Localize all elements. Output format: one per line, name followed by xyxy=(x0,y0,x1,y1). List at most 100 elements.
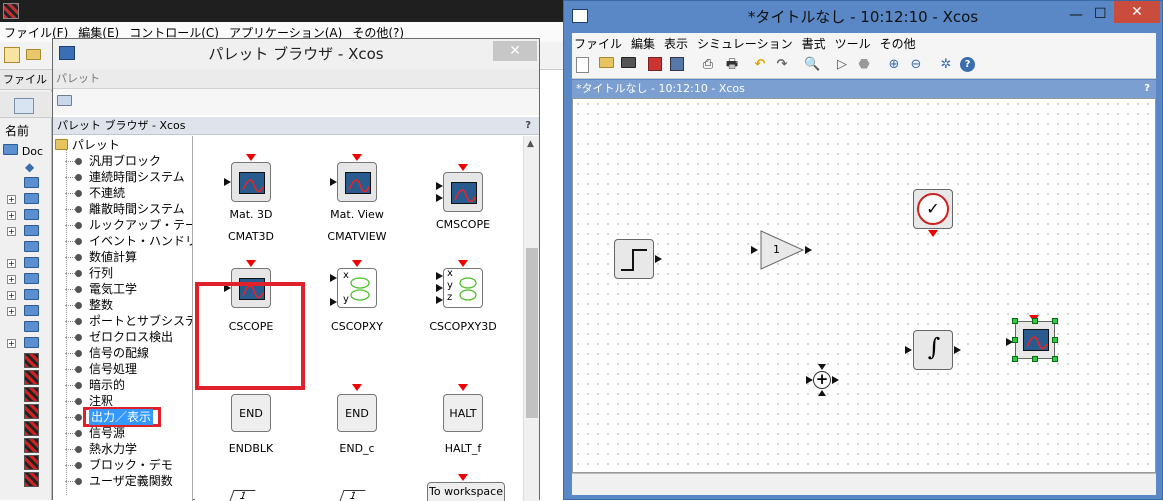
block-grid: Mat. 3D CMAT3D Mat. View CMATVIEW CMSCOP… xyxy=(195,136,523,501)
integral-block[interactable]: ∫ xyxy=(913,330,953,370)
scilab-file-icon[interactable] xyxy=(24,404,39,419)
folder-icon[interactable] xyxy=(24,337,39,351)
help-icon[interactable]: ? xyxy=(525,117,531,135)
edit-icon[interactable] xyxy=(4,47,20,63)
block-to-workspace[interactable]: To workspace xyxy=(427,482,505,501)
xcos-close-button[interactable]: ✕ xyxy=(1114,1,1160,23)
folder-nav-button[interactable] xyxy=(14,98,34,114)
maximize-button[interactable]: ☐ xyxy=(1094,6,1107,22)
help-icon[interactable]: ? xyxy=(1144,80,1150,98)
redo-icon[interactable]: ↷ xyxy=(774,57,790,73)
menu-simulation[interactable]: シミュレーション xyxy=(697,35,793,52)
resize-handle[interactable] xyxy=(1012,318,1018,324)
expand-toggle-icon[interactable]: + xyxy=(7,275,16,284)
diagram-tab[interactable]: *タイトルなし - 10:12:10 - Xcos ? xyxy=(572,80,1156,98)
block-cmatview[interactable]: Mat. View CMATVIEW xyxy=(303,142,411,250)
palette-close-button[interactable]: ✕ xyxy=(493,41,537,61)
event-input-port xyxy=(458,384,468,391)
diagram-canvas[interactable]: 1 ✓ ∫ + xyxy=(572,98,1156,473)
expand-toggle-icon[interactable]: + xyxy=(7,211,16,220)
export-icon[interactable]: ⎙ xyxy=(700,57,716,73)
resize-handle[interactable] xyxy=(1032,318,1038,324)
folder-icon[interactable] xyxy=(24,305,39,319)
scilab-file-icon[interactable] xyxy=(24,455,39,470)
folder-icon[interactable] xyxy=(24,273,39,287)
expand-toggle-icon[interactable]: + xyxy=(7,307,16,316)
expand-toggle-icon[interactable]: + xyxy=(7,227,16,236)
stop-icon[interactable]: ⬣ xyxy=(856,57,872,73)
menu-file[interactable]: ファイル xyxy=(574,35,622,52)
scilab-file-icon[interactable] xyxy=(24,438,39,453)
scilab-file-icon[interactable] xyxy=(24,472,39,487)
gain-block[interactable] xyxy=(759,229,805,271)
folder-icon[interactable] xyxy=(24,241,39,255)
undo-icon[interactable]: ↶ xyxy=(752,57,768,73)
block-halt-f[interactable]: HALT HALT_f xyxy=(409,372,517,480)
block-endblk[interactable]: END ENDBLK xyxy=(197,372,305,480)
expand-toggle-icon[interactable]: + xyxy=(7,195,16,204)
scilab-file-icon[interactable] xyxy=(24,421,39,436)
menu-edit[interactable]: 編集 xyxy=(631,35,655,52)
resize-handle[interactable] xyxy=(1012,337,1018,343)
resize-handle[interactable] xyxy=(1052,337,1058,343)
scroll-up-icon[interactable]: ▲ xyxy=(527,139,534,149)
zoom-in-icon[interactable]: ⊕ xyxy=(886,57,902,73)
folder-icon[interactable] xyxy=(24,321,39,335)
settings-gear-icon[interactable]: ✲ xyxy=(938,57,954,73)
partial-block[interactable]: 1 xyxy=(228,490,256,501)
open-folder-icon[interactable] xyxy=(26,49,41,63)
resize-handle[interactable] xyxy=(1032,356,1038,362)
scilab-file-icon[interactable] xyxy=(24,370,39,385)
expand-toggle-icon[interactable]: + xyxy=(7,259,16,268)
resize-handle[interactable] xyxy=(1012,356,1018,362)
expand-toggle-icon[interactable]: + xyxy=(7,291,16,300)
folder-icon[interactable] xyxy=(24,193,39,207)
partial-block[interactable]: 1 xyxy=(338,490,366,501)
tree-root[interactable]: パレット xyxy=(55,137,120,153)
x-label: x xyxy=(343,270,349,281)
event-input-port xyxy=(458,260,468,267)
zoom-out-icon[interactable]: ⊖ xyxy=(908,57,924,73)
step-block[interactable] xyxy=(614,239,654,279)
help-icon[interactable]: ? xyxy=(960,57,975,72)
menu-view[interactable]: 表示 xyxy=(664,35,688,52)
block-cmscope[interactable]: CMSCOPE xyxy=(409,142,517,250)
folder-icon[interactable] xyxy=(24,177,39,191)
minimize-button[interactable]: — xyxy=(1069,7,1083,23)
event-input-port xyxy=(352,384,362,391)
scilab-file-icon[interactable] xyxy=(24,353,39,368)
folder-icon[interactable] xyxy=(24,225,39,239)
save-icon[interactable] xyxy=(648,57,662,71)
block-grid-scrollbar[interactable]: ▲ xyxy=(523,136,539,501)
block-cscopxy[interactable]: x y CSCOPXY xyxy=(303,248,411,356)
block-cmat3d[interactable]: Mat. 3D CMAT3D xyxy=(197,142,305,250)
cscope-diagram-block[interactable] xyxy=(1015,321,1055,359)
resize-handle[interactable] xyxy=(1052,318,1058,324)
menu-other[interactable]: その他 xyxy=(880,35,916,52)
block-cscopxy3d[interactable]: x y z CSCOPXY3D xyxy=(409,248,517,356)
block-end-c[interactable]: END END_c xyxy=(303,372,411,480)
folder-icon[interactable] xyxy=(24,209,39,223)
folder-icon[interactable] xyxy=(24,289,39,303)
start-icon[interactable]: ▷ xyxy=(834,57,850,73)
folder-icon[interactable] xyxy=(24,257,39,271)
palette-window-title: パレット ブラウザ - Xcos xyxy=(208,45,384,63)
save-as-icon[interactable] xyxy=(670,57,684,71)
open-in-scilab-icon[interactable] xyxy=(620,57,636,73)
open-icon[interactable] xyxy=(598,57,614,73)
doc-folder[interactable]: Doc xyxy=(3,144,53,158)
clock-block[interactable]: ✓ xyxy=(913,189,953,229)
print-icon[interactable]: 🖶 xyxy=(724,57,740,73)
fit-diagram-icon[interactable]: 🔍 xyxy=(804,57,820,73)
xcos-titlebar: *タイトルなし - 10:12:10 - Xcos — ☐ ✕ xyxy=(564,1,1162,33)
open-palette-icon[interactable] xyxy=(57,95,72,109)
resize-handle[interactable] xyxy=(1052,356,1058,362)
expand-toggle-icon[interactable]: + xyxy=(7,339,16,348)
menu-tools[interactable]: ツール xyxy=(835,35,871,52)
new-diagram-icon[interactable] xyxy=(576,57,589,73)
sum-block[interactable]: + xyxy=(813,371,831,389)
menu-format[interactable]: 書式 xyxy=(802,35,826,52)
scroll-thumb[interactable] xyxy=(526,248,538,418)
tree-item-label: 連続時間システム xyxy=(89,170,185,184)
scilab-file-icon[interactable] xyxy=(24,387,39,402)
